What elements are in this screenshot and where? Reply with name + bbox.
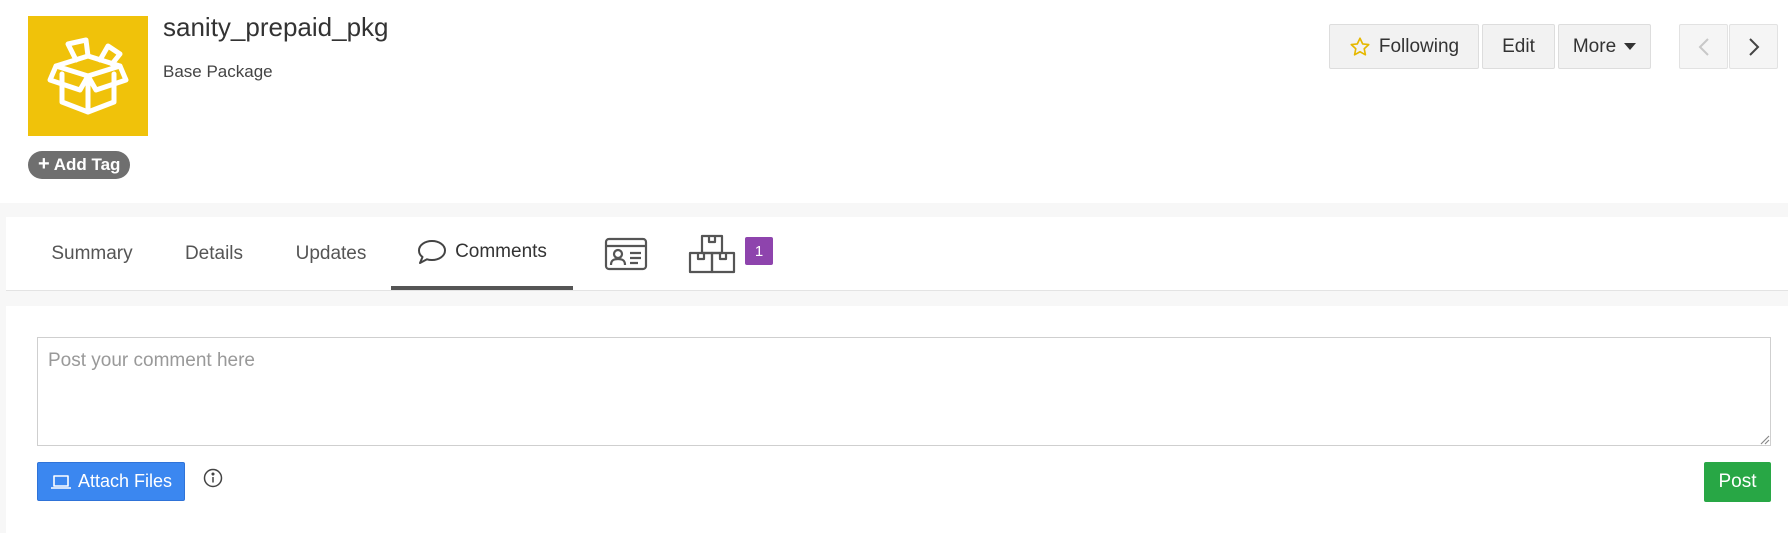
resize-handle-icon[interactable]: [1758, 433, 1770, 445]
next-button[interactable]: [1729, 24, 1778, 69]
open-box-icon: [47, 37, 129, 115]
tab-packages[interactable]: [682, 217, 742, 290]
following-button[interactable]: Following: [1329, 24, 1479, 69]
comment-input[interactable]: [37, 337, 1771, 446]
contact-card-icon: [604, 237, 648, 270]
previous-button[interactable]: [1679, 24, 1728, 69]
chevron-right-icon: [1748, 37, 1759, 56]
more-label: More: [1572, 35, 1617, 57]
tab-updates-label: Updates: [295, 242, 367, 264]
tab-comments-label: Comments: [455, 240, 547, 262]
package-logo: [28, 16, 148, 136]
laptop-icon: [50, 474, 71, 489]
star-icon: [1350, 36, 1370, 56]
tab-contact-card[interactable]: [586, 217, 666, 290]
plus-icon: +: [38, 153, 50, 175]
edit-button[interactable]: Edit: [1482, 24, 1555, 69]
tab-bar: Summary Details Updates Comments: [6, 217, 1788, 291]
info-icon[interactable]: [203, 468, 223, 488]
more-button[interactable]: More: [1558, 24, 1651, 69]
post-button[interactable]: Post: [1704, 462, 1771, 502]
attach-files-label: Attach Files: [77, 471, 173, 491]
entity-header: sanity_prepaid_pkg Base Package + Add Ta…: [0, 0, 1788, 203]
edit-label: Edit: [1502, 35, 1535, 57]
packages-count-badge: 1: [745, 237, 773, 265]
add-tag-label: Add Tag: [53, 155, 121, 174]
following-label: Following: [1378, 35, 1460, 57]
tab-updates[interactable]: Updates: [276, 217, 386, 290]
caret-down-icon: [1624, 42, 1637, 50]
page-title: sanity_prepaid_pkg: [163, 12, 389, 42]
page-subtitle: Base Package: [163, 62, 273, 81]
tab-comments[interactable]: Comments: [391, 217, 573, 290]
tab-summary[interactable]: Summary: [32, 217, 152, 290]
tab-details[interactable]: Details: [166, 217, 262, 290]
tab-details-label: Details: [184, 242, 244, 264]
add-tag-button[interactable]: + Add Tag: [28, 151, 131, 179]
boxes-icon: [688, 234, 736, 273]
attach-files-button[interactable]: Attach Files: [37, 462, 185, 501]
post-label: Post: [1718, 471, 1757, 492]
speech-bubble-icon: [418, 239, 447, 264]
comments-panel: Attach Files Post: [6, 306, 1788, 533]
tab-summary-label: Summary: [51, 242, 133, 264]
chevron-left-icon: [1698, 37, 1709, 56]
